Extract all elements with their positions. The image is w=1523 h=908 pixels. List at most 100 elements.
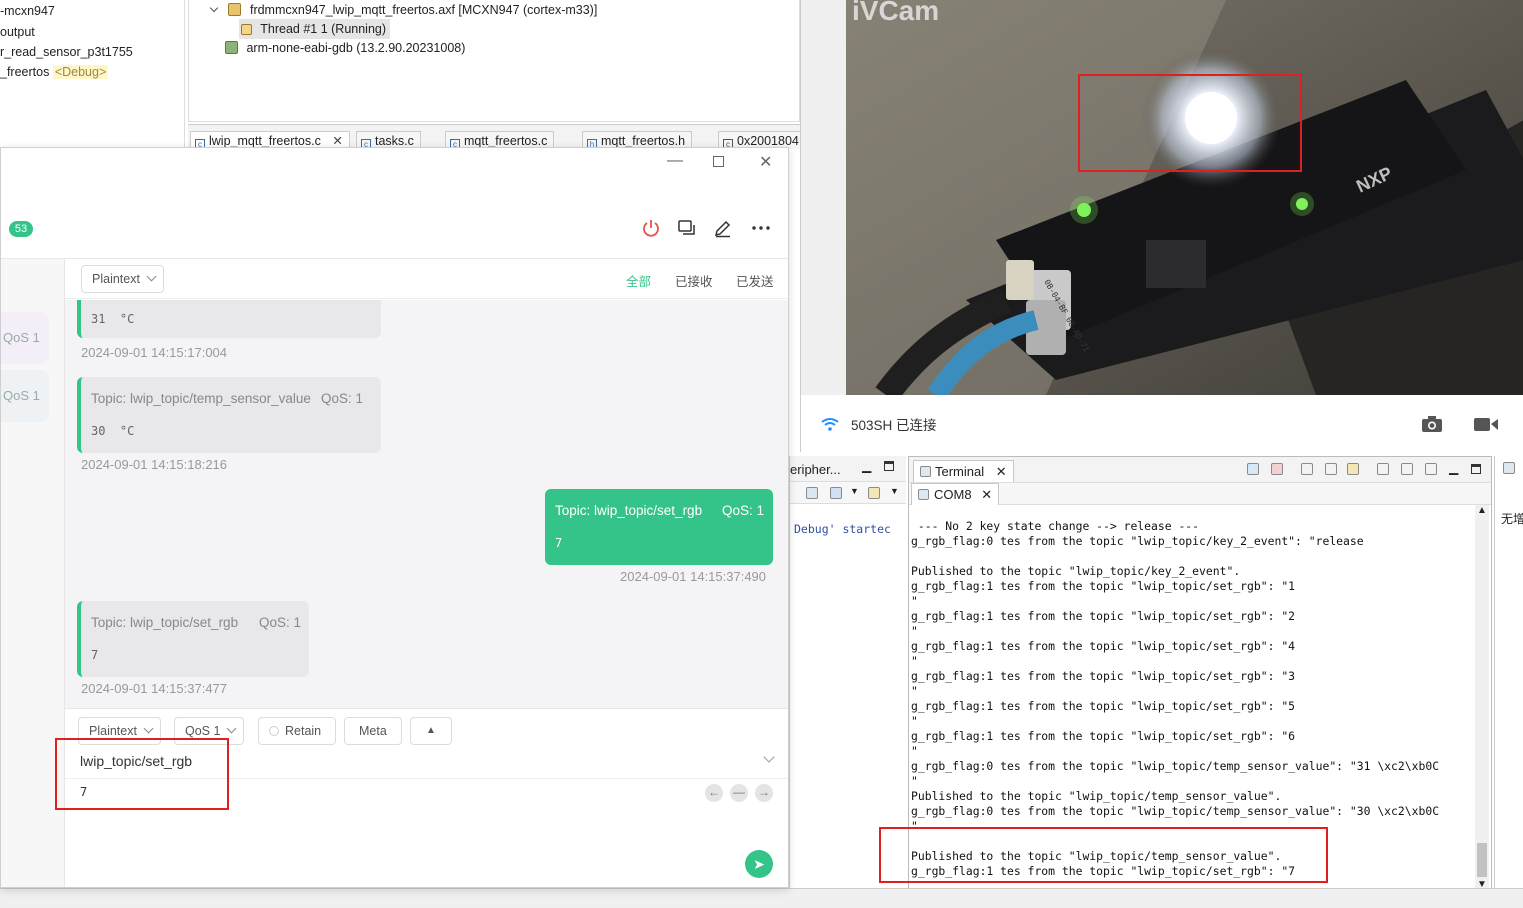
terminal-line: g_rgb_flag:0 tes from the topic "lwip_to…	[911, 759, 1440, 773]
debug-tree: frdmmcxn947_lwip_mqtt_freertos.axf [MCXN…	[188, 0, 800, 122]
close-icon[interactable]: ✕	[996, 464, 1007, 479]
project-item-active[interactable]: _freertos <Debug>	[0, 62, 184, 82]
filter-all[interactable]: 全部	[626, 271, 651, 290]
message-qos: QoS: 1	[321, 391, 364, 406]
disconnect-icon[interactable]	[641, 218, 661, 238]
terminal-icon	[920, 466, 931, 477]
project-item[interactable]: -mcxn947	[0, 0, 184, 22]
message-received[interactable]: 31 °C	[77, 300, 381, 338]
retain-toggle[interactable]: Retain	[258, 717, 337, 745]
payload-format-select[interactable]: Plaintext	[81, 265, 164, 293]
tab-terminal[interactable]: Terminal ✕	[913, 460, 1014, 482]
connection-item[interactable]: QoS 1	[1, 370, 49, 422]
message-time: 2024-09-01 14:15:37:490	[620, 569, 767, 584]
project-item[interactable]: output	[0, 22, 184, 42]
com-tab-label: COM8	[934, 487, 972, 502]
send-button[interactable]: ➤	[745, 850, 773, 878]
minimize-icon[interactable]: ▁	[862, 459, 871, 473]
message-received[interactable]: Topic: lwip_topic/temp_sensor_value QoS:…	[77, 377, 381, 453]
copy-icon[interactable]	[1377, 463, 1389, 475]
tab-label: 0x2001804	[737, 134, 799, 148]
new-window-icon[interactable]	[677, 218, 697, 238]
tab-com8[interactable]: COM8 ✕	[911, 483, 1000, 505]
more-icon[interactable]	[751, 218, 771, 238]
terminal-line: g_rgb_flag:0 tes from the topic "lwip_to…	[911, 804, 1440, 818]
tab-label: lwip_mqtt_freertos.c	[209, 134, 321, 148]
close-icon[interactable]: ✕	[332, 134, 342, 148]
meta-button[interactable]: Meta	[344, 717, 402, 745]
terminal-lock-icon[interactable]	[1347, 463, 1359, 475]
history-back-icon[interactable]: ←	[705, 784, 723, 802]
open-console-icon[interactable]	[868, 487, 880, 499]
terminal-output[interactable]: --- No 2 key state change --> release --…	[911, 519, 1473, 879]
video-record-icon[interactable]	[1473, 415, 1499, 433]
tree-item-gdb[interactable]: arm-none-eabi-gdb (13.2.90.20231008)	[225, 38, 465, 58]
maximize-icon[interactable]	[713, 156, 724, 167]
wifi-icon	[821, 418, 839, 431]
tab-label: tasks.c	[375, 134, 414, 148]
message-list[interactable]: 31 °C 2024-09-01 14:15:17:004 Topic: lwi…	[65, 300, 788, 708]
camera-window: NXP 0B-04-BF 08-AD-71 iVCam 503SH 已连接	[800, 0, 1523, 452]
terminal-connect-icon[interactable]	[1247, 463, 1259, 475]
camera-sidebar	[801, 0, 846, 395]
connection-qos: QoS 1	[3, 388, 40, 403]
close-icon[interactable]: ✕	[981, 487, 992, 502]
filter-received[interactable]: 已接收	[675, 271, 713, 290]
message-topic: Topic: lwip_topic/set_rgb	[555, 503, 703, 518]
gdb-icon	[225, 41, 238, 54]
terminal-line: g_rgb_flag:1 tes from the topic "lwip_to…	[911, 669, 1296, 683]
scroll-lock-icon[interactable]	[1425, 463, 1437, 475]
right-panel: 无增	[1494, 456, 1523, 896]
com-tabbar: COM8 ✕	[909, 483, 1491, 505]
debug-tag: <Debug>	[52, 65, 109, 79]
chevron-down-icon[interactable]: ▼	[850, 486, 859, 496]
connection-status: 503SH 已连接	[851, 418, 937, 433]
display-console-icon[interactable]	[830, 487, 842, 499]
status-bar	[0, 888, 1523, 908]
camera-feed: NXP 0B-04-BF 08-AD-71 iVCam	[846, 0, 1523, 395]
tree-item-axf[interactable]: frdmmcxn947_lwip_mqtt_freertos.axf [MCXN…	[209, 0, 597, 20]
terminal-clear-icon[interactable]	[1301, 463, 1313, 475]
terminal-settings-icon[interactable]	[1325, 463, 1337, 475]
tree-item-thread[interactable]: Thread #1 1 (Running)	[239, 19, 391, 39]
collapse-button[interactable]: ▲	[410, 717, 452, 745]
minimize-icon[interactable]: —	[667, 152, 683, 170]
close-icon[interactable]: ✕	[759, 152, 772, 172]
terminal-line: "	[911, 654, 918, 668]
chevron-up-icon: ▲	[426, 725, 436, 736]
chevron-down-icon[interactable]	[763, 751, 775, 763]
panel-icon[interactable]	[1503, 462, 1515, 474]
chevron-down-icon	[226, 723, 237, 734]
history-forward-icon[interactable]: →	[755, 784, 773, 802]
terminal-scrollbar[interactable]: ▲ ▼	[1475, 505, 1489, 891]
terminal-line: "	[911, 684, 918, 698]
maximize-icon[interactable]	[1471, 464, 1481, 474]
tab-label: mqtt_freertos.h	[601, 134, 686, 148]
scroll-thumb[interactable]	[1477, 843, 1487, 877]
terminal-line: g_rgb_flag:1 tes from the topic "lwip_to…	[911, 729, 1296, 743]
terminal-tabbar: Terminal ✕ ▁	[909, 457, 1491, 483]
connection-item[interactable]: QoS 1	[1, 312, 49, 364]
paste-icon[interactable]	[1401, 463, 1413, 475]
camera-snapshot-icon[interactable]	[1421, 415, 1443, 433]
chevron-down-icon[interactable]: ▼	[890, 486, 899, 496]
message-toolbar: Plaintext 全部 已接收 已发送	[65, 259, 788, 299]
filter-sent[interactable]: 已发送	[736, 271, 774, 290]
terminal-tab-label: Terminal	[935, 464, 985, 479]
camera-image: NXP 0B-04-BF 08-AD-71 iVCam	[846, 0, 1523, 395]
pin-console-icon[interactable]	[806, 487, 818, 499]
maximize-icon[interactable]	[884, 461, 894, 471]
scroll-up-icon[interactable]: ▲	[1477, 505, 1487, 516]
message-sent[interactable]: Topic: lwip_topic/set_rgb QoS: 1 7	[545, 489, 773, 565]
minimize-icon[interactable]: ▁	[1449, 461, 1458, 475]
history-reset-icon[interactable]: —	[730, 784, 748, 802]
message-topic: Topic: lwip_topic/set_rgb	[91, 615, 239, 630]
message-received[interactable]: Topic: lwip_topic/set_rgb QoS: 1 7	[77, 601, 309, 677]
project-item[interactable]: r_read_sensor_p3t1755	[0, 42, 184, 62]
edit-icon[interactable]	[713, 218, 733, 238]
collapse-chevron-icon[interactable]	[209, 3, 219, 13]
peripherals-tab[interactable]: eripher...	[790, 462, 841, 477]
terminal-disconnect-icon[interactable]	[1271, 463, 1283, 475]
chevron-down-icon	[143, 723, 154, 734]
terminal-line: "	[911, 744, 918, 758]
